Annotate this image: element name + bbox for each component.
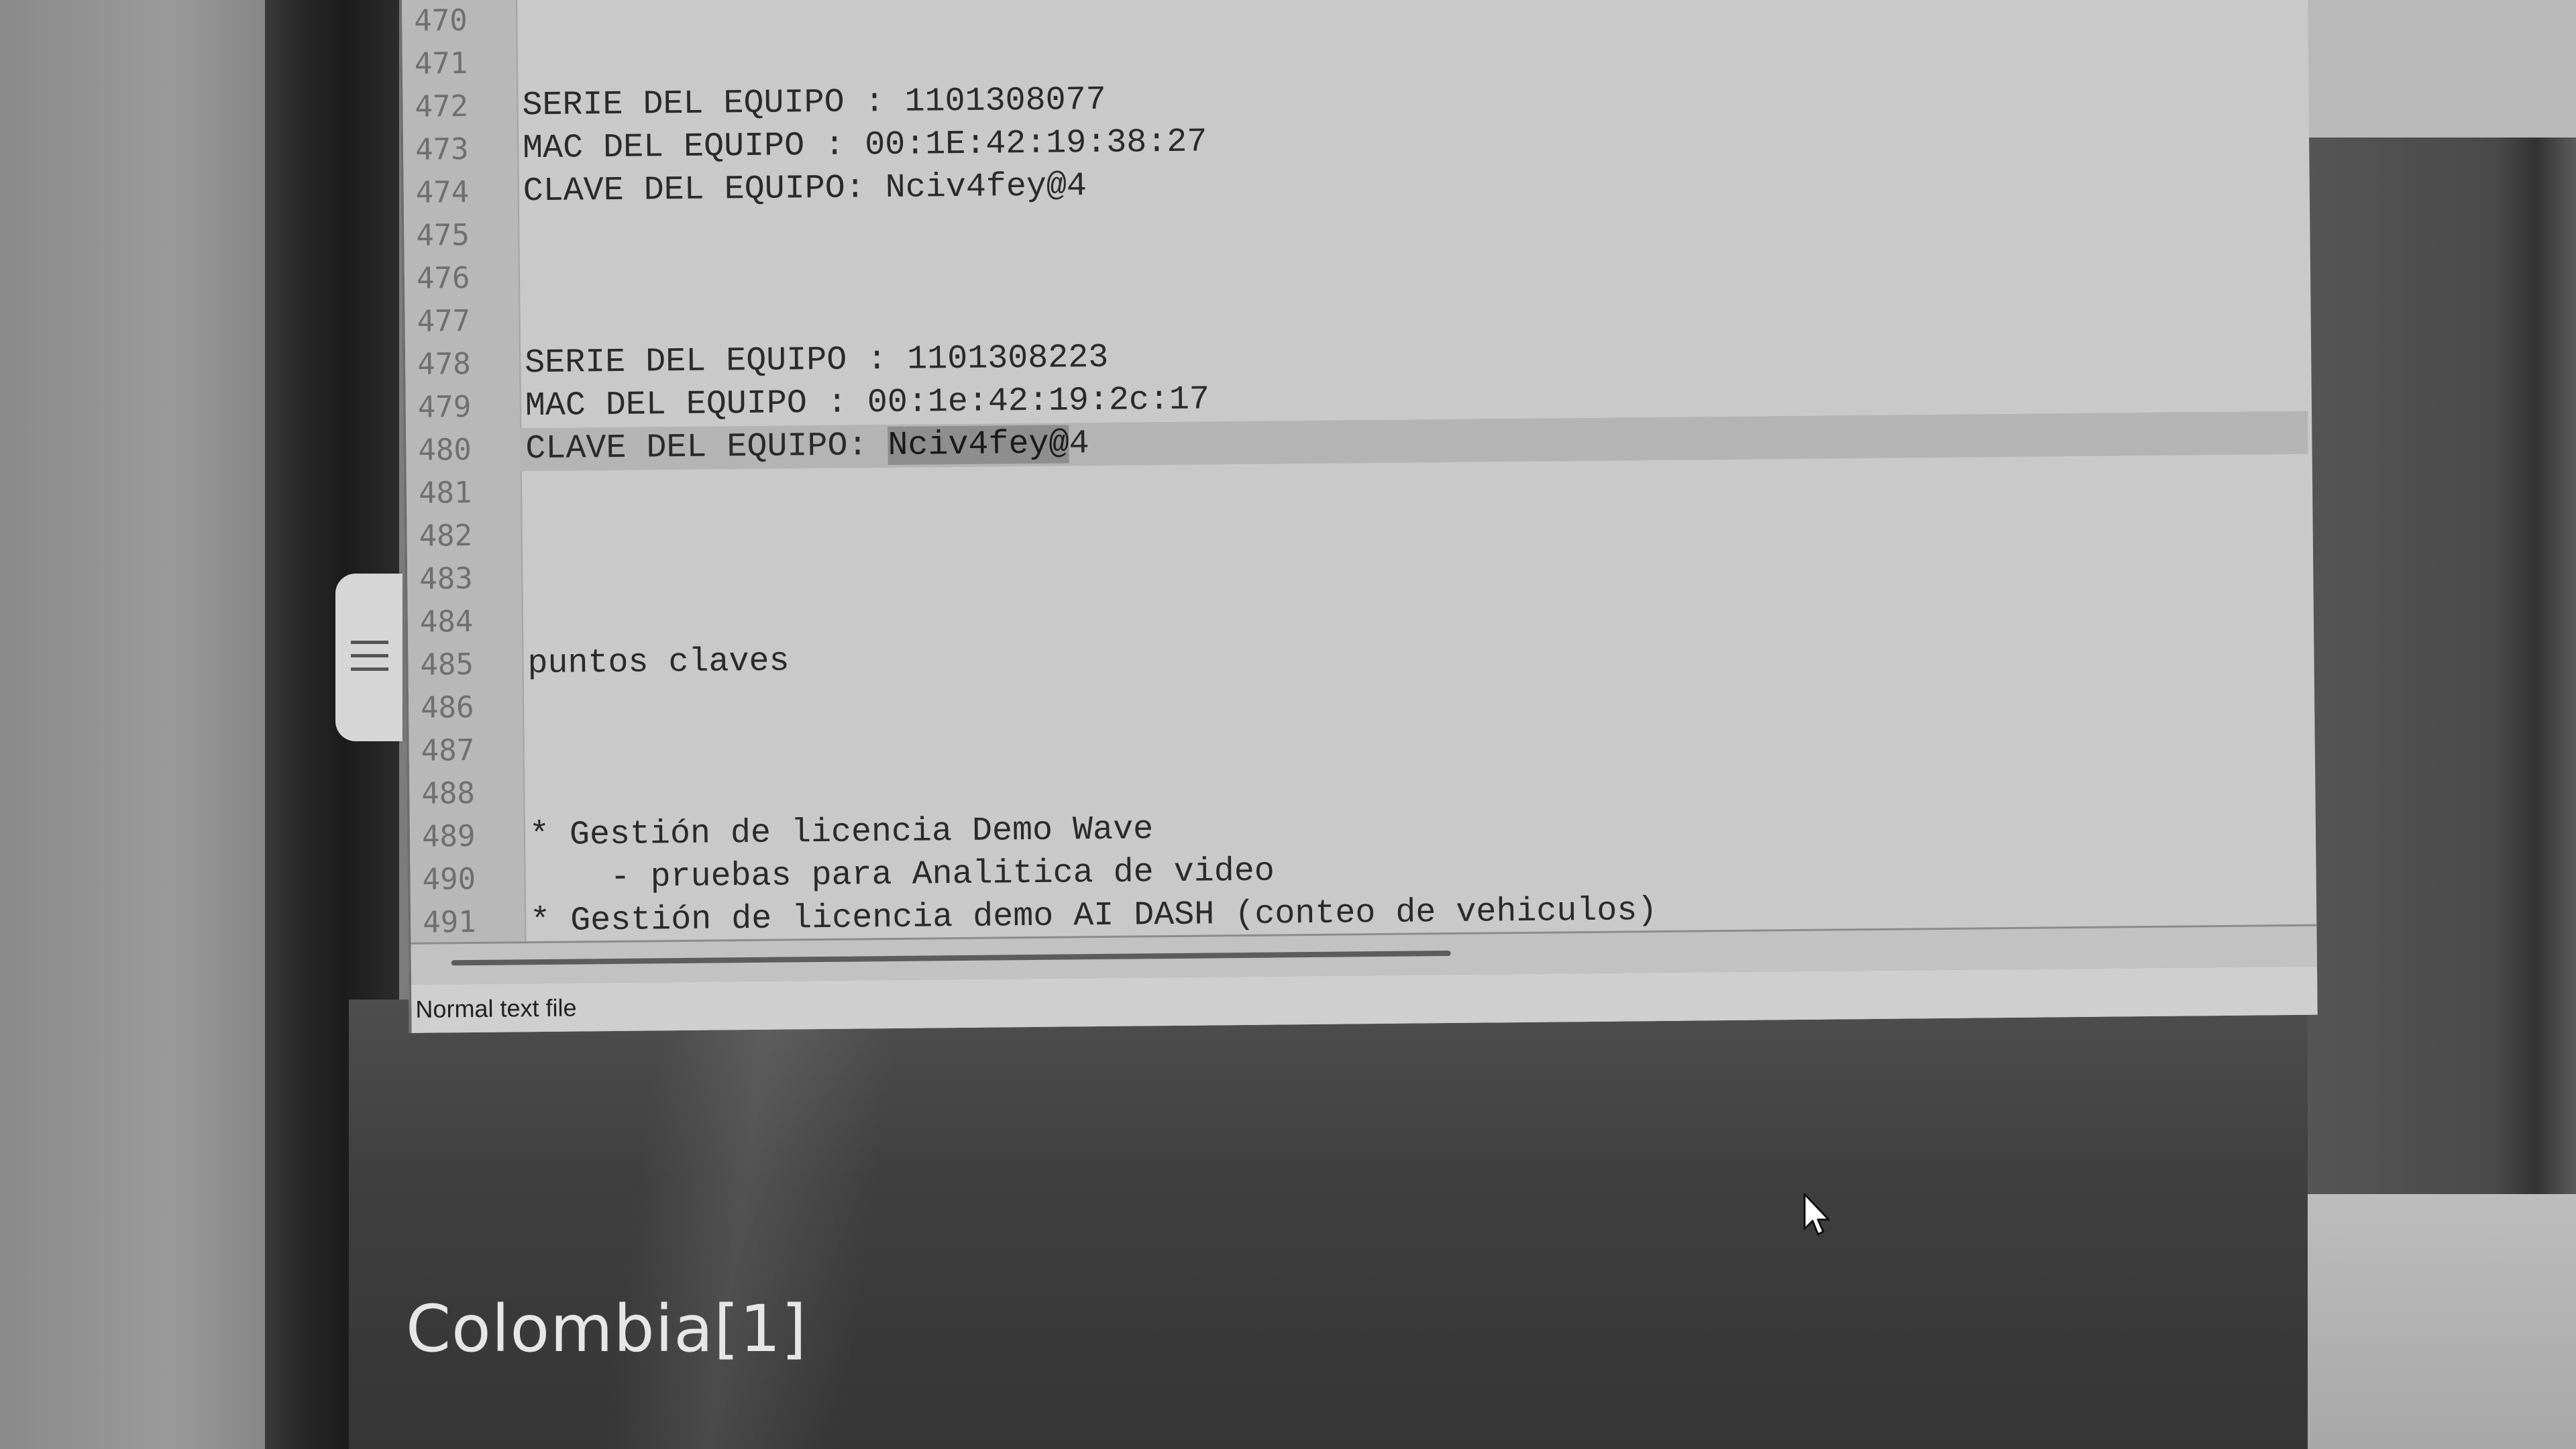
line-number-gutter: 470 471 472 473 474 475 476 477 478 479 … [401, 0, 527, 943]
line-number: 470 [414, 3, 468, 38]
line-number: 471 [414, 46, 468, 81]
line-number: 479 [417, 389, 472, 425]
line-text: SERIE DEL EQUIPO : 1101308223 [524, 338, 1109, 383]
hamburger-menu-icon [351, 641, 388, 672]
line-number: 491 [422, 904, 476, 940]
line-number: 478 [417, 347, 471, 382]
line-number: 486 [420, 690, 474, 725]
line-number: 489 [421, 818, 476, 854]
text-editor-window: 470 471 472 473 474 475 476 477 478 479 … [399, 0, 2318, 1033]
line-number: 484 [419, 604, 474, 639]
line-text: MAC DEL EQUIPO : 00:1E:42:19:38:27 [522, 123, 1208, 168]
background-surface [2308, 1194, 2576, 1449]
line-text: SERIE DEL EQUIPO : 1101308077 [522, 80, 1106, 125]
desktop-icon-label[interactable]: Colombia[1] [406, 1291, 807, 1366]
line-number: 477 [417, 304, 471, 339]
desktop-wallpaper [349, 1000, 2308, 1449]
line-text-before-selection: CLAVE DEL EQUIPO: [525, 427, 888, 469]
side-panel-toggle[interactable] [335, 574, 402, 741]
line-text: CLAVE DEL EQUIPO: Nciv4fey@4 [525, 425, 1089, 468]
file-type-label[interactable]: Normal text file [415, 994, 576, 1024]
line-number: 476 [416, 261, 470, 296]
line-number: 474 [415, 175, 470, 210]
selected-text[interactable]: Nciv4fey@ [888, 425, 1069, 466]
line-text: MAC DEL EQUIPO : 00:1e:42:19:2c:17 [525, 380, 1210, 426]
line-number: 475 [416, 218, 470, 253]
background-wall [2308, 0, 2576, 138]
line-text: - pruebas para Analitica de video [529, 852, 1275, 898]
line-text: CLAVE DEL EQUIPO: Nciv4fey@4 [523, 167, 1087, 211]
line-number: 487 [421, 733, 475, 768]
line-number: 488 [421, 775, 476, 811]
line-number: 490 [422, 861, 476, 897]
line-text: puntos claves [527, 642, 790, 684]
line-number: 482 [419, 518, 473, 553]
line-number: 472 [415, 89, 469, 124]
line-number: 485 [420, 647, 474, 682]
line-number: 483 [419, 561, 474, 596]
wallpaper-light-streak [598, 1000, 904, 1449]
horizontal-scrollbar-thumb[interactable] [451, 951, 1451, 966]
line-number: 481 [418, 475, 472, 511]
line-number: 480 [418, 432, 472, 468]
line-text: * Gestión de licencia Demo Wave [529, 810, 1154, 855]
background-window [2308, 138, 2576, 1194]
line-text-after-selection: 4 [1069, 425, 1089, 464]
mouse-pointer-icon [1803, 1193, 1833, 1240]
line-number: 473 [415, 132, 469, 167]
